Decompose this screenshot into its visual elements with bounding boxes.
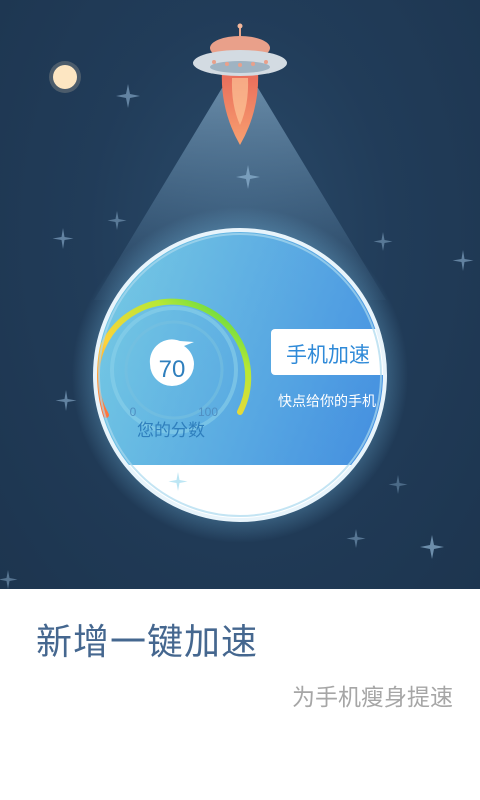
speed-up-button-label: 手机加速 (286, 343, 370, 367)
sparkle-star-icon (116, 84, 140, 108)
score-value: 70 (159, 356, 186, 383)
gauge-min-label: 0 (130, 405, 137, 419)
space-scene: 70 0 100 您的分数 手机加速 快点给你的手机 (0, 23, 474, 589)
card-tagline: 快点给你的手机 (278, 394, 376, 410)
sparkle-star-icon (346, 529, 366, 548)
speed-up-button[interactable]: 手机加速 (271, 329, 389, 375)
sparkle-star-icon (373, 232, 393, 251)
feature-caption: 新增一键加速 为手机瘦身提速 (0, 589, 480, 800)
gauge-max-label: 100 (198, 405, 218, 419)
app-screen: 70 0 100 您的分数 手机加速 快点给你的手机 新增一键加速 为手机瘦身提… (0, 0, 480, 800)
sparkle-star-icon (52, 228, 74, 249)
score-caption: 您的分数 (137, 421, 205, 441)
feature-headline: 新增一键加速 (36, 622, 259, 663)
feature-subline: 为手机瘦身提速 (292, 685, 453, 711)
sparkle-star-icon (388, 475, 408, 494)
sparkle-star-icon (420, 535, 444, 559)
ufo-icon (193, 23, 287, 76)
sparkle-star-icon (107, 211, 127, 230)
hero-illustration: 70 0 100 您的分数 手机加速 快点给你的手机 (0, 0, 480, 589)
sparkle-star-icon (452, 250, 474, 271)
moon-icon (49, 61, 81, 93)
sparkle-star-icon (0, 570, 18, 589)
